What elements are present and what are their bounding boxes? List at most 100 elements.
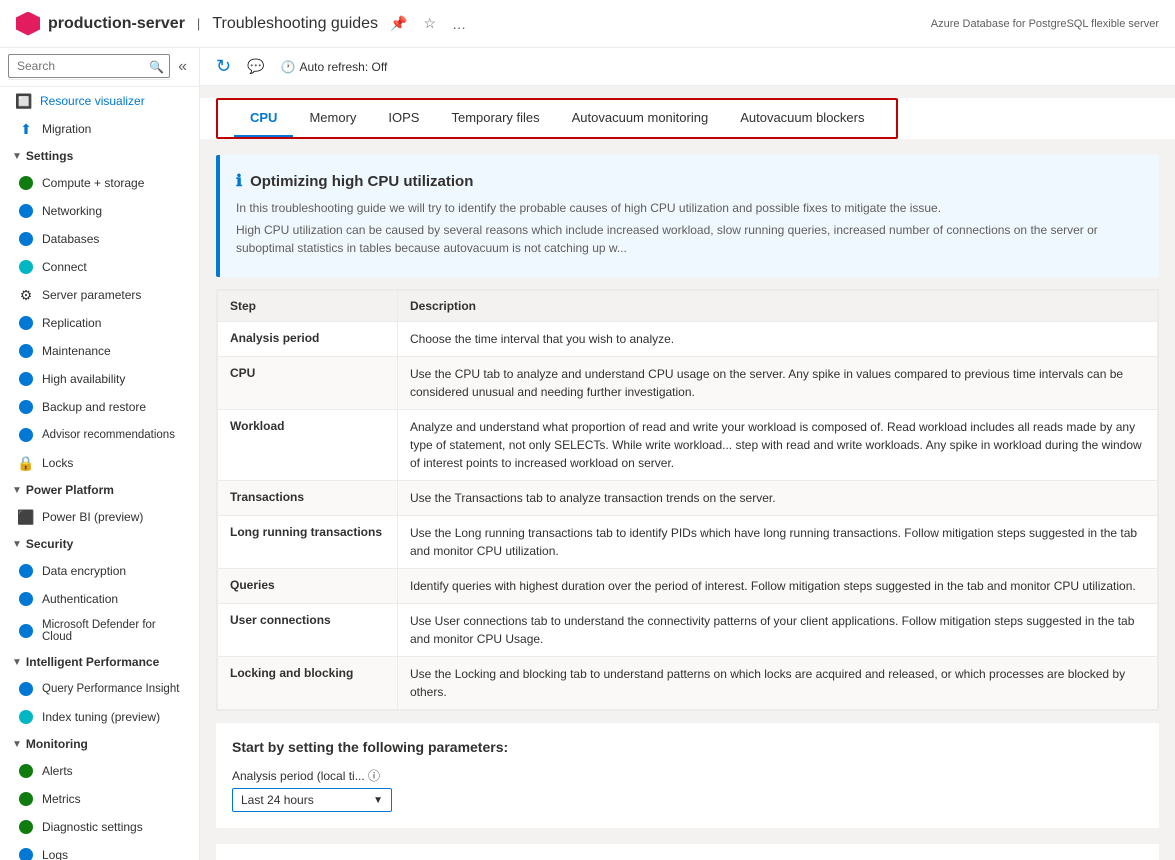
sidebar: 🔍 « 🔲 Resource visualizer ⬆ Migration ▼ … [0, 48, 200, 860]
monitoring-section[interactable]: ▼ Monitoring [0, 731, 199, 757]
sidebar-item-label: Metrics [42, 792, 81, 806]
table-cell-desc: Use the Transactions tab to analyze tran… [398, 481, 1158, 516]
sidebar-item-label: Server parameters [42, 288, 141, 302]
sidebar-item-resource-visualizer[interactable]: 🔲 Resource visualizer [0, 87, 199, 115]
networking-icon [18, 203, 34, 219]
sidebar-item-label: Migration [42, 122, 91, 136]
sidebar-item-query-performance[interactable]: Query Performance Insight [0, 675, 199, 703]
tab-autovacuum-monitoring[interactable]: Autovacuum monitoring [556, 100, 725, 137]
intelligent-performance-section[interactable]: ▼ Intelligent Performance [0, 649, 199, 675]
settings-section[interactable]: ▼ Settings [0, 143, 199, 169]
sidebar-collapse-button[interactable]: « [174, 54, 191, 80]
star-button[interactable]: ☆ [420, 13, 441, 34]
sidebar-item-powerbi[interactable]: ⬛ Power BI (preview) [0, 503, 199, 531]
step-table: Step Description Analysis periodChoose t… [217, 290, 1158, 710]
sidebar-item-migration[interactable]: ⬆ Migration [0, 115, 199, 143]
tab-iops[interactable]: IOPS [372, 100, 435, 137]
sidebar-item-replication[interactable]: Replication [0, 309, 199, 337]
tab-autovacuum-blockers[interactable]: Autovacuum blockers [724, 100, 880, 137]
table-cell-step: Queries [218, 569, 398, 604]
resource-visualizer-icon: 🔲 [16, 93, 32, 109]
sidebar-item-index-tuning[interactable]: Index tuning (preview) [0, 703, 199, 731]
table-cell-step: User connections [218, 604, 398, 657]
bottom-tab-nav-container: CPU Workload Transactions Long running t… [216, 844, 1159, 860]
table-cell-step: Transactions [218, 481, 398, 516]
sidebar-item-label: Diagnostic settings [42, 820, 143, 834]
sidebar-item-label: Index tuning (preview) [42, 710, 160, 724]
sidebar-item-authentication[interactable]: Authentication [0, 585, 199, 613]
bottom-tab-long-running[interactable]: Long running transactions [460, 852, 634, 860]
sidebar-item-label: Query Performance Insight [42, 683, 179, 695]
server-name: production-server [48, 15, 185, 33]
sidebar-item-data-encryption[interactable]: Data encryption [0, 557, 199, 585]
bottom-tab-workload[interactable]: Workload [283, 852, 362, 860]
app-icon [16, 12, 40, 36]
databases-icon [18, 231, 34, 247]
sidebar-item-high-availability[interactable]: High availability [0, 365, 199, 393]
sidebar-item-alerts[interactable]: Alerts [0, 757, 199, 785]
settings-label: Settings [26, 149, 73, 163]
auto-refresh-indicator: 🕐 Auto refresh: Off [281, 60, 388, 74]
maintenance-icon [18, 343, 34, 359]
ha-icon [18, 371, 34, 387]
table-cell-step: Workload [218, 410, 398, 481]
bottom-tab-cpu[interactable]: CPU [232, 852, 283, 860]
sidebar-item-backup-restore[interactable]: Backup and restore [0, 393, 199, 421]
select-value: Last 24 hours [241, 793, 314, 807]
sidebar-item-server-parameters[interactable]: ⚙ Server parameters [0, 281, 199, 309]
sidebar-item-defender[interactable]: Microsoft Defender for Cloud [0, 613, 199, 649]
logs-icon [18, 847, 34, 860]
tab-memory[interactable]: Memory [293, 100, 372, 137]
migration-icon: ⬆ [18, 121, 34, 137]
tab-cpu[interactable]: CPU [234, 100, 293, 137]
sidebar-item-networking[interactable]: Networking [0, 197, 199, 225]
power-platform-label: Power Platform [26, 483, 114, 497]
connect-icon [18, 259, 34, 275]
security-section[interactable]: ▼ Security [0, 531, 199, 557]
powerbi-icon: ⬛ [18, 509, 34, 525]
sidebar-item-locks[interactable]: 🔒 Locks [0, 449, 199, 477]
pin-button[interactable]: 📌 [386, 13, 411, 34]
alerts-icon [18, 763, 34, 779]
authentication-icon [18, 591, 34, 607]
power-platform-chevron: ▼ [12, 485, 22, 496]
bottom-tab-user-connections[interactable]: User connections [703, 852, 827, 860]
sidebar-item-advisor[interactable]: Advisor recommendations [0, 421, 199, 449]
sidebar-item-maintenance[interactable]: Maintenance [0, 337, 199, 365]
feedback-button[interactable]: 💬 [247, 58, 264, 75]
more-button[interactable]: … [448, 14, 470, 34]
table-cell-step: Locking and blocking [218, 657, 398, 710]
settings-chevron: ▼ [12, 151, 22, 162]
table-row: User connectionsUse User connections tab… [218, 604, 1158, 657]
server-params-icon: ⚙ [18, 287, 34, 303]
sidebar-item-connect[interactable]: Connect [0, 253, 199, 281]
monitoring-label: Monitoring [26, 737, 88, 751]
bottom-tab-locking[interactable]: Locking and blocking [828, 852, 973, 860]
sidebar-item-metrics[interactable]: Metrics [0, 785, 199, 813]
sidebar-item-databases[interactable]: Databases [0, 225, 199, 253]
bottom-tab-transactions[interactable]: Transactions [362, 852, 460, 860]
metrics-icon [18, 791, 34, 807]
sidebar-item-diagnostic[interactable]: Diagnostic settings [0, 813, 199, 841]
table-cell-step: Analysis period [218, 322, 398, 357]
select-chevron-icon: ▼ [373, 795, 383, 806]
refresh-button[interactable]: ↻ [216, 56, 231, 77]
table-cell-desc: Analyze and understand what proportion o… [398, 410, 1158, 481]
power-platform-section[interactable]: ▼ Power Platform [0, 477, 199, 503]
page-title: Troubleshooting guides [212, 15, 378, 33]
sidebar-item-compute-storage[interactable]: Compute + storage [0, 169, 199, 197]
table-cell-desc: Choose the time interval that you wish t… [398, 322, 1158, 357]
qpi-icon [18, 681, 34, 697]
analysis-period-select[interactable]: Last 24 hours ▼ [232, 788, 392, 812]
data-encryption-icon [18, 563, 34, 579]
table-row: Long running transactionsUse the Long ru… [218, 516, 1158, 569]
sidebar-item-logs[interactable]: Logs [0, 841, 199, 860]
table-row: CPUUse the CPU tab to analyze and unders… [218, 357, 1158, 410]
search-input[interactable] [8, 54, 170, 78]
table-cell-desc: Identify queries with highest duration o… [398, 569, 1158, 604]
info-card: ℹ Optimizing high CPU utilization In thi… [216, 155, 1159, 277]
table-cell-desc: Use the Locking and blocking tab to unde… [398, 657, 1158, 710]
sidebar-item-label: Networking [42, 204, 102, 218]
tab-temporary-files[interactable]: Temporary files [435, 100, 555, 137]
bottom-tab-queries[interactable]: Queries [634, 852, 704, 860]
